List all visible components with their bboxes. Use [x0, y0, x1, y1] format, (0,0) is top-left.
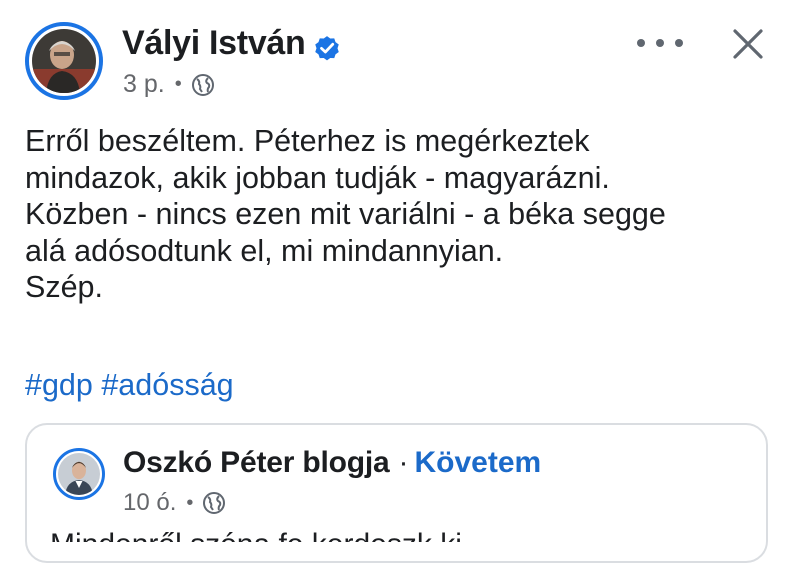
hashtags: #gdp #adósság — [25, 368, 234, 403]
shared-author-avatar[interactable] — [53, 448, 105, 500]
more-dot-icon — [637, 39, 645, 47]
more-options-button[interactable] — [637, 28, 683, 58]
author-avatar-image — [32, 29, 96, 93]
post-time[interactable]: 3 p. — [123, 70, 165, 99]
more-dot-icon — [656, 39, 664, 47]
verified-badge-icon — [315, 36, 339, 61]
header-separator: · — [398, 446, 409, 479]
meta-dot: • — [186, 491, 194, 514]
globe-icon — [191, 73, 214, 96]
hashtag-link[interactable]: #adósság — [101, 368, 233, 402]
post-text-line: Szép. — [25, 270, 103, 304]
post-text-line: mindazok, akik jobban tudják - magyarázn… — [25, 160, 610, 195]
post-text-line: alá adósodtunk el, mi mindannyian. — [25, 233, 504, 268]
shared-post-text: Mindenről szóna fe kerdeszk ki — [50, 530, 610, 543]
post-text-line: Erről beszéltem. Péterhez is megérkeztek — [25, 124, 590, 158]
shared-post-time[interactable]: 10 ó. — [123, 489, 176, 517]
meta-dot: • — [174, 73, 182, 95]
post-text: Erről beszéltem. Péterhez is megérkeztek… — [25, 123, 785, 306]
shared-author-name[interactable]: Oszkó Péter blogja — [123, 446, 390, 480]
more-dot-icon — [675, 39, 683, 47]
post-meta: 3 p. • — [123, 70, 215, 99]
shared-header: Oszkó Péter blogja · Követem — [123, 446, 541, 480]
shared-author-avatar-image — [58, 453, 100, 495]
follow-button[interactable]: Követem — [414, 446, 541, 480]
close-icon[interactable] — [728, 24, 768, 64]
shared-post-meta: 10 ó. • — [123, 489, 226, 517]
hashtag-link[interactable]: #gdp — [25, 368, 93, 402]
author-name[interactable]: Vályi István — [122, 24, 306, 63]
post-text-line: Közben - nincs ezen mit variálni - a bék… — [25, 197, 666, 231]
author-avatar[interactable] — [25, 22, 103, 100]
globe-icon — [203, 492, 226, 514]
